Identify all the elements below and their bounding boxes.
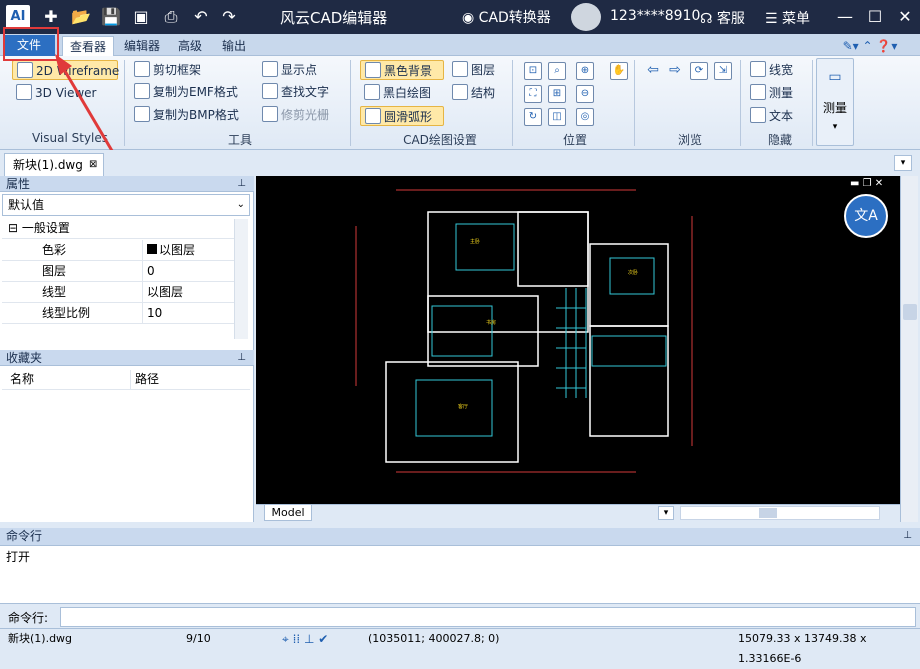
status-size: 15079.33 x 13749.38 x 1.33166E-6: [738, 632, 867, 665]
hscroll-thumb[interactable]: [759, 508, 777, 518]
property-row[interactable]: 色彩 以图层: [2, 240, 234, 261]
property-row[interactable]: 线型比例 10: [2, 303, 234, 324]
properties-group-general[interactable]: ⊟ 一般设置: [2, 219, 234, 239]
pin-icon[interactable]: ⊥: [237, 350, 246, 366]
tab-model[interactable]: Model: [264, 505, 312, 521]
close-tab-icon[interactable]: ⊠: [89, 154, 97, 176]
col-name[interactable]: 名称: [10, 370, 34, 389]
properties-header: 属性 ⊥: [0, 176, 254, 192]
property-row[interactable]: 线型 以图层: [2, 282, 234, 303]
pin-icon[interactable]: ⊥: [903, 528, 912, 544]
property-key: 线型比例: [42, 306, 91, 320]
command-header: 命令行 ⊥: [0, 528, 920, 546]
status-bar: 新块(1).dwg 9/10 ⌖ ⁞⁞ ⊥ ✔ (1035011; 400027…: [0, 628, 920, 665]
command-input[interactable]: [60, 607, 916, 627]
drawing-canvas[interactable]: 主卧 次卧 书房 客厅 文A ▬ ❐ ✕: [256, 176, 900, 504]
property-value: 10: [142, 303, 162, 324]
status-coords: (1035011; 400027.8; 0): [368, 632, 500, 645]
translate-icon[interactable]: 文A: [844, 194, 888, 238]
document-tab-label: 新块(1).dwg: [13, 158, 83, 172]
floor-plan-drawing: 主卧 次卧 书房 客厅: [355, 189, 693, 473]
favorites-header: 收藏夹 ⊥: [0, 350, 254, 366]
favorites-title: 收藏夹: [6, 351, 43, 365]
property-value: 以图层: [142, 282, 183, 303]
properties-title: 属性: [6, 177, 31, 191]
chevron-down-icon: ⌄: [236, 199, 245, 210]
col-path[interactable]: 路径: [130, 370, 159, 389]
command-input-label: 命令行:: [8, 611, 49, 625]
layout-tab-bar: Model ▾: [256, 504, 900, 522]
pin-icon[interactable]: ⊥: [237, 176, 246, 192]
command-output-text: 打开: [6, 550, 31, 564]
collapse-icon: ⊟: [8, 221, 19, 235]
document-tab-bar: [0, 150, 920, 176]
horizontal-scrollbar[interactable]: [680, 506, 880, 520]
tab-list-dropdown-icon[interactable]: ▾: [894, 155, 912, 171]
vertical-scrollbar[interactable]: [900, 176, 918, 522]
scrollbar-thumb[interactable]: [903, 304, 917, 320]
viewport-window-controls[interactable]: ▬ ❐ ✕: [850, 178, 883, 189]
properties-dropdown-value: 默认值: [8, 198, 45, 212]
command-output: 打开: [0, 546, 920, 604]
document-tab[interactable]: 新块(1).dwg ⊠: [4, 153, 104, 176]
color-swatch: [147, 244, 157, 254]
svg-text:客厅: 客厅: [458, 403, 468, 410]
command-input-row: 命令行:: [0, 606, 920, 628]
svg-text:书房: 书房: [486, 319, 496, 326]
property-value: 以图层: [142, 240, 195, 261]
property-value-text: 以图层: [159, 243, 196, 257]
properties-scrollbar[interactable]: [234, 219, 248, 339]
status-page: 9/10: [186, 632, 211, 645]
property-key: 色彩: [42, 243, 67, 257]
snap-icons[interactable]: ⌖ ⁞⁞ ⊥ ✔: [282, 629, 328, 649]
svg-text:主卧: 主卧: [470, 238, 480, 245]
layout-dropdown-icon[interactable]: ▾: [658, 506, 674, 520]
property-key: 线型: [42, 285, 67, 299]
properties-group-label: 一般设置: [21, 221, 70, 235]
property-value: 0: [142, 261, 155, 282]
status-file: 新块(1).dwg: [8, 632, 73, 645]
svg-text:次卧: 次卧: [628, 269, 638, 276]
property-row[interactable]: 图层 0: [2, 261, 234, 282]
property-key: 图层: [42, 264, 67, 278]
properties-dropdown[interactable]: 默认值 ⌄: [2, 194, 250, 216]
favorites-columns: 名称 路径: [2, 370, 250, 390]
command-title: 命令行: [6, 529, 43, 543]
